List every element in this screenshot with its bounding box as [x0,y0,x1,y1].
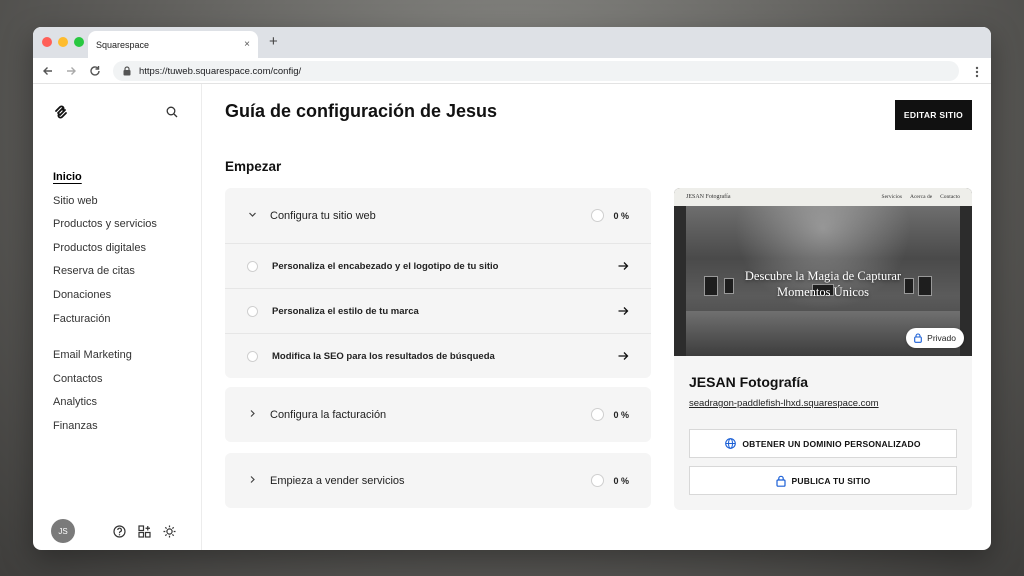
task-label: Personaliza el estilo de tu marca [272,305,419,317]
tab-title: Squarespace [96,39,150,50]
thumbnail-nav: JESAN Fotografía Servicios Acerca de Con… [674,188,972,206]
progress-indicator: 0 % [591,209,629,222]
back-icon[interactable] [42,65,54,77]
hero-line: Descubre la Magia de Capturar [744,269,902,283]
arrow-right-icon [618,352,629,360]
nav-item-sitio-web[interactable]: Sitio web [53,190,157,214]
forward-icon[interactable] [65,65,77,77]
sidebar-footer: JS [51,518,191,544]
private-label: Privado [927,333,956,343]
get-domain-label: OBTENER UN DOMINIO PERSONALIZADO [742,438,921,449]
setup-card-billing: Configura la facturación 0 % [225,387,651,442]
setup-card-website: Configura tu sitio web 0 % Personaliza e… [225,188,651,378]
publish-site-label: PUBLICA TU SITIO [791,475,871,486]
task-status-icon [247,305,258,317]
reload-icon[interactable] [89,65,101,77]
thumbnail-link: Acerca de [910,194,933,200]
hero-text: Descubre la Magia de Capturar Momentos Ú… [686,268,960,300]
minimize-window-button[interactable] [58,37,68,47]
nav-item-analytics[interactable]: Analytics [53,391,132,415]
site-preview-card: JESAN Fotografía Servicios Acerca de Con… [674,188,972,510]
progress-value: 0 % [613,475,629,486]
padlock-icon [775,475,786,487]
primary-nav: Inicio Sitio web Productos y servicios P… [53,166,157,331]
tab-close-icon[interactable]: × [244,39,250,50]
progress-value: 0 % [613,210,629,221]
progress-indicator: 0 % [591,408,629,421]
browser-tab[interactable]: Squarespace × [88,31,258,58]
theme-toggle-icon[interactable] [163,525,176,538]
card-title: Configura tu sitio web [270,209,376,222]
nav-item-finanzas[interactable]: Finanzas [53,415,132,439]
task-status-icon [247,260,258,272]
maximize-window-button[interactable] [74,37,84,47]
thumbnail-link: Servicios [881,194,902,200]
nav-item-productos-servicios[interactable]: Productos y servicios [53,213,157,237]
arrow-right-icon [618,307,629,315]
card-header[interactable]: Empieza a vender servicios 0 % [225,453,651,508]
url-field[interactable]: https://tuweb.squarespace.com/config/ [113,61,959,81]
nav-item-productos-digitales[interactable]: Productos digitales [53,237,157,261]
card-title: Empieza a vender servicios [270,474,405,487]
site-name: JESAN Fotografía [689,374,809,390]
edit-site-button[interactable]: EDITAR SITIO [895,100,972,130]
nav-item-reserva-citas[interactable]: Reserva de citas [53,260,157,284]
padlock-icon [914,333,923,343]
lock-icon [123,66,131,76]
site-thumbnail[interactable]: JESAN Fotografía Servicios Acerca de Con… [674,188,972,356]
apps-add-icon[interactable] [138,524,151,538]
private-badge: Privado [906,328,964,348]
sidebar: Inicio Sitio web Productos y servicios P… [33,84,202,550]
chevron-right-icon [248,409,260,421]
progress-indicator: 0 % [591,474,629,487]
main-content: Guía de configuración de Jesus EDITAR SI… [203,84,991,550]
publish-site-button[interactable]: PUBLICA TU SITIO [689,466,957,495]
chevron-right-icon [248,475,260,487]
avatar[interactable]: JS [51,519,75,543]
nav-item-inicio[interactable]: Inicio [53,166,157,190]
help-icon[interactable] [113,524,126,538]
browser-menu-icon[interactable] [975,66,979,78]
card-title: Configura la facturación [270,408,387,421]
setup-card-services: Empieza a vender servicios 0 % [225,453,651,508]
nav-item-contactos[interactable]: Contactos [53,368,132,392]
progress-ring-icon [591,209,605,222]
secondary-nav: Email Marketing Contactos Analytics Fina… [53,344,132,438]
nav-item-donaciones[interactable]: Donaciones [53,284,157,308]
task-item[interactable]: Modifica la SEO para los resultados de b… [225,333,651,378]
progress-value: 0 % [613,409,629,420]
app-container: Inicio Sitio web Productos y servicios P… [33,84,991,550]
search-icon[interactable] [166,106,178,118]
nav-item-email-marketing[interactable]: Email Marketing [53,344,132,368]
get-domain-button[interactable]: OBTENER UN DOMINIO PERSONALIZADO [689,429,957,458]
tab-bar: Squarespace × + [33,27,991,58]
section-title: Empezar [225,159,282,174]
task-status-icon [247,350,258,362]
thumbnail-link: Contacto [940,194,960,200]
task-label: Modifica la SEO para los resultados de b… [272,350,495,362]
squarespace-logo-icon[interactable] [53,104,69,120]
nav-item-facturacion[interactable]: Facturación [53,308,157,332]
card-header[interactable]: Configura la facturación 0 % [225,387,651,442]
chevron-down-icon [248,210,260,222]
url-text: https://tuweb.squarespace.com/config/ [139,65,302,77]
task-label: Personaliza el encabezado y el logotipo … [272,260,499,272]
site-url-link[interactable]: seadragon-paddlefish-lhxd.squarespace.co… [689,398,879,409]
hero-line: Momentos Únicos [776,285,869,299]
arrow-right-icon [618,262,629,270]
window-controls [42,37,84,47]
globe-icon [725,438,737,449]
close-window-button[interactable] [42,37,52,47]
task-item[interactable]: Personaliza el encabezado y el logotipo … [225,243,651,288]
page-title: Guía de configuración de Jesus [225,101,498,121]
task-item[interactable]: Personaliza el estilo de tu marca [225,288,651,333]
browser-window: Squarespace × + https://tuweb.squarespac… [33,27,991,550]
footer-icons [113,524,176,538]
progress-ring-icon [591,474,605,487]
thumbnail-brand: JESAN Fotografía [686,194,731,200]
address-bar: https://tuweb.squarespace.com/config/ [33,58,991,84]
card-header[interactable]: Configura tu sitio web 0 % [225,188,651,243]
progress-ring-icon [591,408,605,421]
new-tab-button[interactable]: + [269,33,278,50]
